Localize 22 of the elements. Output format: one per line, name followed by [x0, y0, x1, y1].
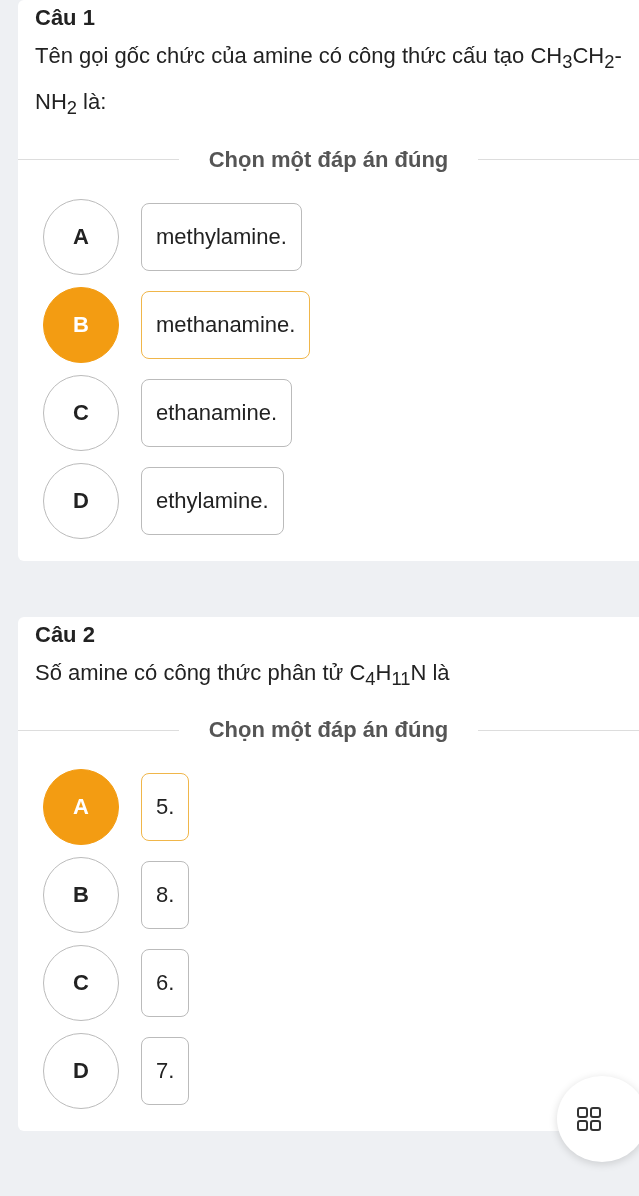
- option-letter[interactable]: D: [43, 462, 119, 539]
- option-letter[interactable]: C: [43, 945, 119, 1022]
- instruction-text: Chọn một đáp án đúng: [207, 717, 450, 744]
- question-title: Câu 1: [35, 4, 96, 32]
- option-letter[interactable]: C: [43, 374, 119, 451]
- instruction-text: Chọn một đáp án đúng: [207, 146, 450, 173]
- answer-option[interactable]: 6.: [141, 949, 190, 1018]
- answer-option[interactable]: methanamine.: [141, 290, 311, 359]
- answer-option[interactable]: 7.: [141, 1037, 190, 1106]
- option-letter[interactable]: A: [43, 198, 119, 275]
- answer-option[interactable]: 8.: [141, 861, 190, 930]
- question-title: Câu 2: [35, 620, 96, 649]
- question-text: Số amine có công thức phân tử C$_{4}$H$_{11}$N là: [35, 658, 451, 692]
- option-letter[interactable]: D: [43, 1033, 119, 1110]
- answer-option[interactable]: ethanamine.: [141, 378, 293, 447]
- answer-option[interactable]: 5.: [141, 773, 190, 842]
- menu-button[interactable]: [557, 1076, 639, 1162]
- grid-icon: [576, 1106, 602, 1132]
- answer-option[interactable]: methylamine.: [141, 202, 302, 271]
- option-letter[interactable]: B: [43, 857, 119, 934]
- answer-option[interactable]: ethylamine.: [141, 466, 284, 535]
- question-text: Tên gọi gốc chức của amine có công thức cấu tạo CH$_{3}$CH$_{2}$-NH$_{2}$ là:: [35, 42, 623, 121]
